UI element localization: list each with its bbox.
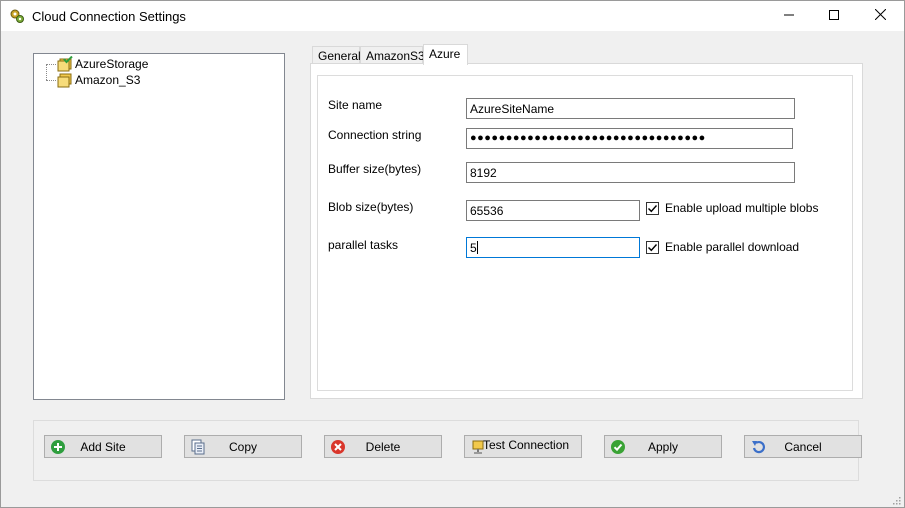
button-label: Apply (647, 440, 679, 454)
checkbox-box[interactable] (646, 240, 659, 254)
checkmark-icon (648, 204, 658, 212)
enable-parallel-download-checkbox[interactable]: Enable parallel download (646, 240, 799, 254)
button-label: Cancel (784, 440, 822, 454)
tree-item-label: Amazon_S3 (75, 73, 141, 87)
button-label: Delete (365, 440, 401, 454)
button-label: Add Site (80, 440, 126, 454)
buffer-size-label: Buffer size(bytes) (328, 162, 422, 176)
maximize-button[interactable] (811, 1, 857, 31)
enable-upload-multiple-blobs-checkbox[interactable]: Enable upload multiple blobs (646, 201, 818, 215)
window: Cloud Connection Settings AzureStorage A… (0, 0, 905, 508)
parallel-tasks-label: parallel tasks (328, 238, 399, 252)
cancel-button[interactable]: Cancel (744, 435, 862, 458)
apply-button[interactable]: Apply (604, 435, 722, 458)
tab-azure[interactable]: Azure (423, 44, 468, 65)
minimize-icon (784, 9, 794, 23)
checkbox-label: Enable parallel download (665, 240, 800, 254)
parallel-tasks-input[interactable]: 5 (466, 237, 640, 258)
site-tree[interactable]: AzureStorage Amazon_S3 (33, 53, 285, 400)
close-button[interactable] (857, 1, 903, 31)
delete-button[interactable]: Delete (324, 435, 442, 458)
checkbox-label: Enable upload multiple blobs (665, 201, 819, 215)
site-name-label: Site name (328, 98, 383, 112)
copy-button[interactable]: Copy (184, 435, 302, 458)
add-site-button[interactable]: Add Site (44, 435, 162, 458)
blob-size-input[interactable]: 65536 (466, 200, 640, 221)
test-connection-button[interactable]: Test Connection (464, 435, 582, 458)
tree-item-amazon-s3[interactable]: Amazon_S3 (46, 72, 140, 88)
site-name-input[interactable]: AzureSiteName (466, 98, 795, 119)
button-label: Copy (228, 440, 257, 454)
text-caret (476, 241, 478, 254)
parallel-tasks-value: 5 (470, 241, 477, 255)
button-label: Test Connection (483, 438, 570, 452)
maximize-icon (829, 9, 839, 23)
checkmark-icon (648, 243, 658, 251)
blob-size-label: Blob size(bytes) (328, 200, 414, 214)
connection-string-input[interactable]: ●●●●●●●●●●●●●●●●●●●●●●●●●●●●●●●●● (466, 128, 793, 149)
storage-check-icon (57, 55, 73, 72)
connection-string-label: Connection string (328, 128, 422, 142)
window-title: Cloud Connection Settings (32, 9, 186, 24)
storage-icon (57, 72, 73, 88)
title-bar: Cloud Connection Settings (1, 1, 904, 31)
gears-icon (9, 8, 25, 24)
checkbox-box[interactable] (646, 201, 659, 215)
buffer-size-input[interactable]: 8192 (466, 162, 795, 183)
minimize-button[interactable] (766, 1, 812, 31)
tree-item-label: AzureStorage (75, 57, 149, 71)
resize-grip-icon[interactable] (891, 494, 901, 505)
tree-item-azurestorage[interactable]: AzureStorage (46, 55, 149, 72)
azure-settings-panel (317, 75, 853, 391)
close-icon (874, 8, 886, 23)
